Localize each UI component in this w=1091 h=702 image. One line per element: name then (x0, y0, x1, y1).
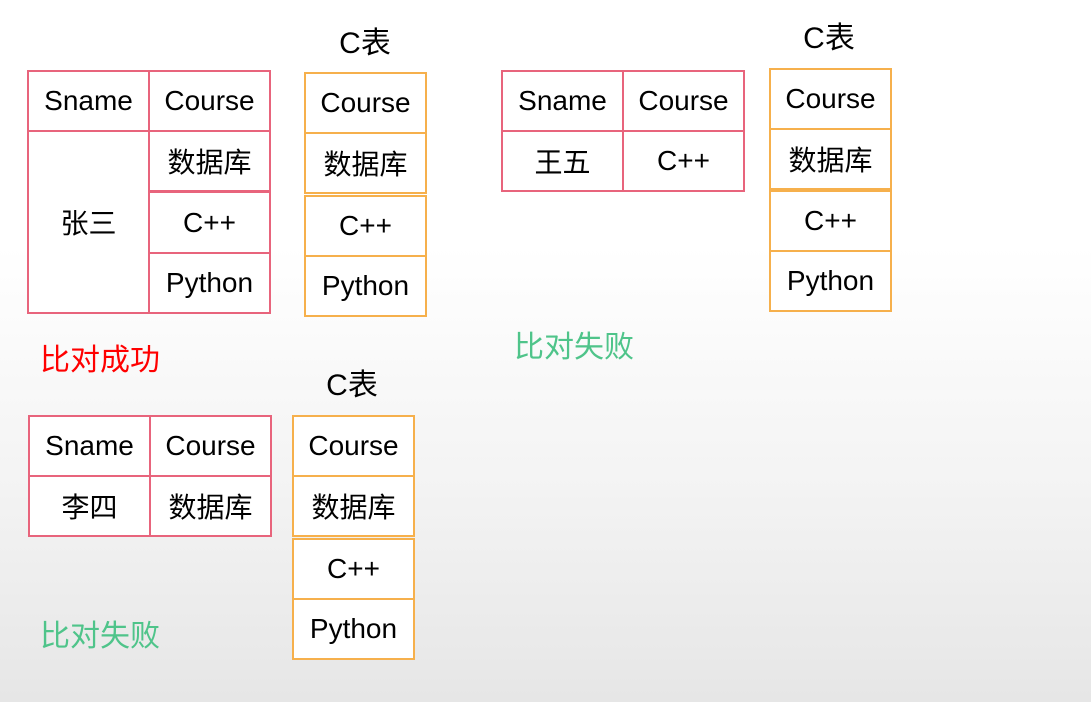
course-cell: 数据库 (149, 475, 272, 537)
result-failure-label: 比对失败 (40, 620, 160, 653)
c-table-row: Python (304, 255, 427, 317)
c-table-title: C表 (803, 22, 855, 55)
c-table-row: C++ (769, 190, 892, 252)
sname-cell: 李四 (28, 475, 151, 537)
c-table-row: Python (769, 250, 892, 312)
c-table-row: Python (292, 598, 415, 660)
c-table-title: C表 (339, 27, 391, 60)
c-table-header: Course (292, 415, 415, 477)
header-course: Course (148, 70, 271, 132)
c-table-header: Course (769, 68, 892, 130)
sname-cell: 张三 (27, 130, 150, 314)
c-table-title: C表 (326, 369, 378, 402)
c-table-row: C++ (292, 538, 415, 600)
course-cell: 数据库 (148, 130, 271, 192)
header-sname: Sname (28, 415, 151, 477)
result-success-label: 比对成功 (40, 344, 160, 377)
c-table-row: C++ (304, 195, 427, 257)
header-sname: Sname (27, 70, 150, 132)
c-table-row: 数据库 (769, 128, 892, 190)
result-failure-label: 比对失败 (514, 331, 634, 364)
course-cell: C++ (148, 191, 271, 254)
header-course: Course (622, 70, 745, 132)
c-table-row: 数据库 (292, 475, 415, 537)
c-table-header: Course (304, 72, 427, 134)
sname-cell: 王五 (501, 130, 624, 192)
course-cell: Python (148, 252, 271, 314)
header-sname: Sname (501, 70, 624, 132)
course-cell: C++ (622, 130, 745, 192)
c-table-row: 数据库 (304, 132, 427, 194)
header-course: Course (149, 415, 272, 477)
